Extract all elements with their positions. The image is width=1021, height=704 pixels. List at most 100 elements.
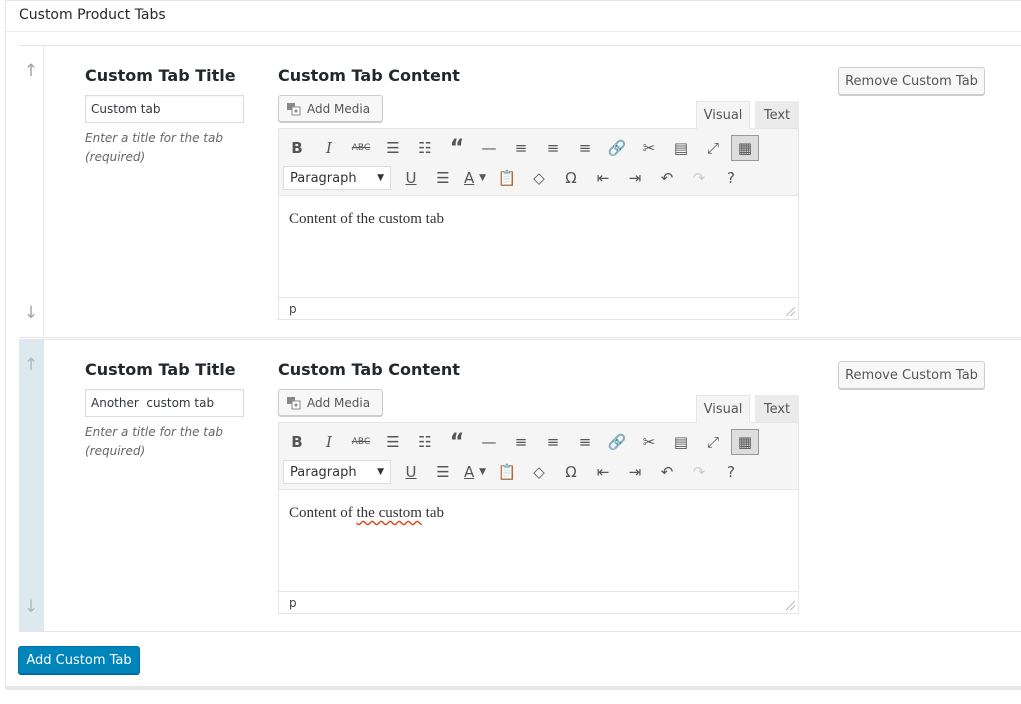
indent-icon[interactable]: ⇥	[621, 459, 649, 485]
link-icon[interactable]: 🔗	[603, 135, 631, 161]
editor-statusbar: p	[279, 591, 798, 613]
indent-icon[interactable]: ⇥	[621, 165, 649, 191]
bullet-list-icon[interactable]: ☰	[379, 135, 407, 161]
visual-editor-tab[interactable]: Visual	[696, 101, 750, 129]
numbered-list-icon[interactable]: ☷	[411, 429, 439, 455]
format-select[interactable]: Paragraph ▼	[283, 166, 391, 190]
chevron-down-icon: ▼	[377, 467, 384, 477]
justify-icon[interactable]: ☰	[429, 165, 457, 191]
tab-title-hint: Enter a title for the tab (required)	[85, 131, 223, 164]
fullscreen-icon[interactable]: ⤢	[699, 135, 727, 161]
outdent-icon[interactable]: ⇤	[589, 459, 617, 485]
italic-icon[interactable]: I	[315, 135, 343, 161]
align-right-icon[interactable]: ≡	[571, 429, 599, 455]
read-more-icon[interactable]: ▤	[667, 135, 695, 161]
help-icon[interactable]: ?	[717, 165, 745, 191]
text-color-icon[interactable]: A ▼	[461, 459, 489, 485]
read-more-icon[interactable]: ▤	[667, 429, 695, 455]
italic-icon[interactable]: I	[315, 429, 343, 455]
drag-handle[interactable]: ↑ ↓	[19, 340, 44, 631]
tab-title-label: Custom Tab Title	[85, 66, 236, 85]
underline-icon[interactable]: U	[397, 459, 425, 485]
element-path[interactable]: p	[289, 596, 297, 610]
media-icon	[287, 396, 301, 410]
clear-formatting-icon[interactable]: ◇	[525, 459, 553, 485]
panel-title: Custom Product Tabs	[19, 7, 166, 23]
tab-title-input[interactable]	[85, 95, 244, 123]
content-word: Content	[289, 505, 337, 521]
toolbar-toggle-icon[interactable]: ▦	[731, 429, 759, 455]
visual-editor-tab[interactable]: Visual	[696, 395, 750, 423]
resize-handle-icon[interactable]	[786, 601, 795, 610]
align-left-icon[interactable]: ≡	[507, 429, 535, 455]
panel-bottom-border	[5, 687, 1021, 690]
editor-content[interactable]: Content of the custom tab	[289, 505, 444, 522]
justify-icon[interactable]: ☰	[429, 459, 457, 485]
numbered-list-icon[interactable]: ☷	[411, 135, 439, 161]
outdent-icon[interactable]: ⇤	[589, 165, 617, 191]
special-character-icon[interactable]: Ω	[557, 459, 585, 485]
bold-icon[interactable]: B	[283, 135, 311, 161]
editor-content[interactable]: Content of the custom tab	[289, 211, 444, 228]
tab-title-input[interactable]	[85, 389, 244, 417]
undo-icon[interactable]: ↶	[653, 165, 681, 191]
element-path[interactable]: p	[289, 302, 297, 316]
add-media-button[interactable]: Add Media	[278, 95, 383, 122]
format-select[interactable]: Paragraph ▼	[283, 460, 391, 484]
format-select-value: Paragraph	[290, 170, 357, 186]
move-down-arrow-icon[interactable]: ↓	[23, 303, 39, 323]
tab-content-label: Custom Tab Content	[278, 66, 460, 85]
clear-formatting-icon[interactable]: ◇	[525, 165, 553, 191]
text-editor-tab[interactable]: Text	[755, 395, 799, 423]
align-center-icon[interactable]: ≡	[539, 429, 567, 455]
align-left-icon[interactable]: ≡	[507, 135, 535, 161]
align-right-icon[interactable]: ≡	[571, 135, 599, 161]
redo-icon[interactable]: ↷	[685, 165, 713, 191]
remove-custom-tab-button[interactable]: Remove Custom Tab	[838, 67, 985, 95]
chevron-down-icon: ▼	[377, 173, 384, 183]
blockquote-icon[interactable]: “	[443, 429, 471, 455]
paste-text-icon[interactable]: 📋	[493, 165, 521, 191]
media-icon	[287, 102, 301, 116]
spellcheck-flagged-word: the custom	[356, 505, 422, 521]
move-down-arrow-icon[interactable]: ↓	[23, 597, 39, 617]
paste-text-icon[interactable]: 📋	[493, 459, 521, 485]
tab-title-hint: Enter a title for the tab (required)	[85, 425, 223, 458]
underline-icon[interactable]: U	[397, 165, 425, 191]
editor-statusbar: p	[279, 297, 798, 319]
strikethrough-icon[interactable]: ABC	[347, 135, 375, 161]
tab-title-label: Custom Tab Title	[85, 360, 236, 379]
bold-icon[interactable]: B	[283, 429, 311, 455]
strikethrough-icon[interactable]: ABC	[347, 429, 375, 455]
move-up-arrow-icon[interactable]: ↑	[23, 61, 39, 81]
text-editor-tab[interactable]: Text	[755, 101, 799, 129]
link-icon[interactable]: 🔗	[603, 429, 631, 455]
editor-toolbar: B I ABC ☰ ☷ “ — ≡ ≡ ≡ 🔗 ✂ ▤ ⤢ ▦ Paragrap…	[279, 423, 798, 490]
unlink-icon[interactable]: ✂	[635, 135, 663, 161]
add-custom-tab-button[interactable]: Add Custom Tab	[18, 646, 140, 674]
unlink-icon[interactable]: ✂	[635, 429, 663, 455]
remove-custom-tab-button[interactable]: Remove Custom Tab	[838, 361, 985, 389]
move-up-arrow-icon[interactable]: ↑	[23, 355, 39, 375]
horizontal-rule-icon[interactable]: —	[475, 429, 503, 455]
drag-handle[interactable]: ↑ ↓	[19, 46, 44, 337]
fullscreen-icon[interactable]: ⤢	[699, 429, 727, 455]
special-character-icon[interactable]: Ω	[557, 165, 585, 191]
blockquote-icon[interactable]: “	[443, 135, 471, 161]
align-center-icon[interactable]: ≡	[539, 135, 567, 161]
content-word: of	[336, 505, 357, 521]
undo-icon[interactable]: ↶	[653, 459, 681, 485]
resize-handle-icon[interactable]	[786, 307, 795, 316]
bullet-list-icon[interactable]: ☰	[379, 429, 407, 455]
editor-toolbar: B I ABC ☰ ☷ “ — ≡ ≡ ≡ 🔗 ✂ ▤ ⤢ ▦ Paragrap…	[279, 129, 798, 196]
horizontal-rule-icon[interactable]: —	[475, 135, 503, 161]
text-color-icon[interactable]: A ▼	[461, 165, 489, 191]
help-icon[interactable]: ?	[717, 459, 745, 485]
custom-tab-row-1: ↑ ↓ Custom Tab Title Enter a title for t…	[19, 45, 1021, 338]
redo-icon[interactable]: ↷	[685, 459, 713, 485]
panel-title-divider	[6, 31, 1021, 32]
add-media-button[interactable]: Add Media	[278, 389, 383, 416]
content-word: tab	[421, 505, 444, 521]
toolbar-toggle-icon[interactable]: ▦	[731, 135, 759, 161]
tab-content-editor: B I ABC ☰ ☷ “ — ≡ ≡ ≡ 🔗 ✂ ▤ ⤢ ▦ Paragrap…	[278, 422, 799, 614]
